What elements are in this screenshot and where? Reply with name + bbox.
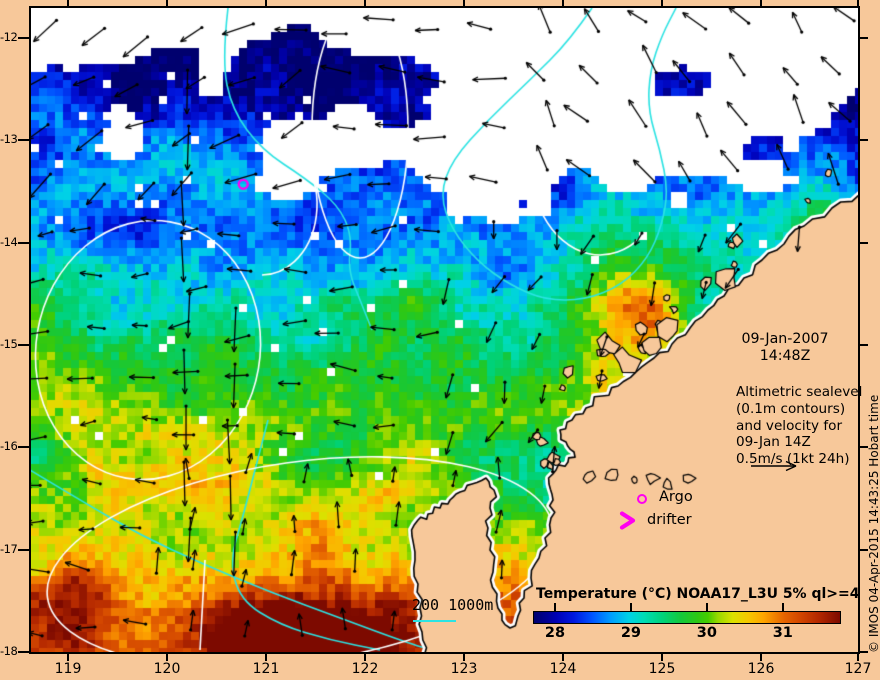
drifter-legend-label: drifter [647, 512, 692, 528]
y-tick--18 [18, 650, 30, 653]
valid-date: 09-Jan-2007 [741, 331, 829, 347]
sst-field-canvas [31, 8, 858, 652]
argo-marker-icon [637, 494, 647, 504]
x-tick-label-127: 127 [844, 661, 872, 677]
colorbar-tick-31 [781, 603, 784, 611]
colorbar-label-31: 31 [772, 625, 793, 641]
x-tick-127 [857, 654, 859, 661]
x-tick-126 [760, 654, 762, 661]
x-tick-label-126: 126 [747, 661, 775, 677]
x-tick-119 [67, 654, 69, 661]
x-tick-122 [364, 654, 366, 661]
x-tick-123 [463, 654, 465, 661]
colorbar-tick-29 [629, 603, 632, 611]
altimetry-note-line: (0.1m contours) [736, 400, 846, 417]
altimetry-note-line: and velocity for [736, 417, 843, 434]
x-tick-top-120 [166, 0, 168, 6]
altimetry-note-line: Altimetric sealevel [736, 384, 863, 400]
x-tick-top-119 [67, 0, 69, 6]
colorbar-tick-28 [554, 603, 557, 611]
x-tick-top-121 [265, 0, 267, 6]
x-tick-label-121: 121 [252, 661, 280, 677]
y-tick-right--15 [860, 343, 868, 346]
y-tick--17 [18, 548, 30, 551]
x-tick-top-122 [364, 0, 366, 6]
y-tick-label--12: -12 [0, 30, 18, 44]
y-tick--13 [18, 139, 30, 142]
x-tick-120 [166, 654, 168, 661]
bathymetry-contour-sample-line [413, 620, 456, 622]
x-tick-top-126 [760, 0, 762, 6]
x-tick-124 [562, 654, 564, 661]
bathymetry-legend-label: 200 1000m [412, 596, 494, 614]
colorbar-gradient [533, 611, 841, 624]
y-tick--12 [18, 37, 30, 39]
x-tick-label-125: 125 [648, 661, 676, 677]
y-tick-label--17: -17 [0, 541, 18, 556]
colorbar-tick-30 [705, 603, 708, 611]
colorbar-label-28: 28 [544, 625, 566, 641]
x-tick-top-124 [562, 0, 564, 6]
y-tick-right--13 [860, 139, 868, 142]
x-tick-label-123: 123 [450, 661, 478, 677]
x-tick-top-127 [857, 0, 859, 6]
x-tick-label-119: 119 [54, 661, 82, 677]
altimetry-note-line: 09-Jan 14Z [736, 434, 811, 451]
y-tick--15 [18, 343, 30, 346]
velocity-scale-arrow-icon [751, 460, 797, 472]
y-tick-label--13: -13 [0, 132, 18, 147]
y-tick-label--15: -15 [0, 336, 18, 351]
y-tick-label--14: -14 [0, 234, 18, 249]
y-tick--16 [18, 446, 30, 449]
credit-text: © IMOS 04-Apr-2015 14:43:25 Hobart time [867, 394, 880, 653]
argo-legend-label: Argo [659, 489, 693, 505]
valid-hour: 14:48Z [759, 348, 811, 364]
y-tick-label--16: -16 [0, 439, 18, 454]
y-tick-right--12 [860, 37, 868, 39]
colorbar-label-29: 29 [620, 625, 642, 641]
colorbar-title: Temperature (°C) NOAA17_L3U 5% ql>=4 [536, 586, 860, 602]
altimetry-note: Altimetric sealevel (0.1m contours) and … [736, 384, 862, 468]
x-tick-top-125 [661, 0, 663, 6]
drifter-marker-icon [619, 511, 636, 530]
x-tick-label-122: 122 [351, 661, 379, 677]
x-tick-top-123 [463, 0, 465, 6]
x-tick-121 [265, 654, 267, 661]
y-tick-label--18: -18 [0, 643, 18, 658]
y-tick--14 [18, 241, 30, 244]
valid-time-annotation: 09-Jan-2007 14:48Z [710, 331, 860, 365]
sst-map-figure: { "page": { "background": "#F7C89A", "la… [0, 0, 880, 680]
colorbar-label-30: 30 [696, 625, 717, 641]
x-tick-label-120: 120 [153, 661, 181, 677]
y-tick-right--14 [860, 241, 868, 244]
x-tick-125 [661, 654, 663, 661]
x-tick-label-124: 124 [549, 661, 577, 677]
